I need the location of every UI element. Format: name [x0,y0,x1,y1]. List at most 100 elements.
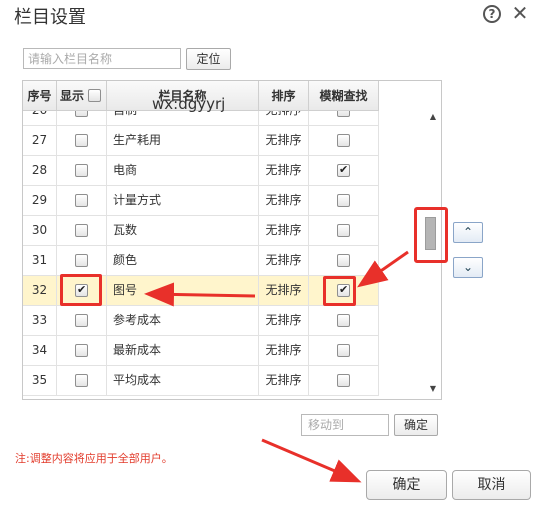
fuzzy-checkbox[interactable] [337,111,350,117]
ok-button[interactable]: 确定 [366,470,447,500]
row-no: 29 [23,186,57,215]
row-no: 28 [23,156,57,185]
row-show-cell [57,216,107,245]
show-checkbox-highlight-box [60,274,102,306]
row-show-cell [57,186,107,215]
watermark-text: wx:dgyyrj [152,95,226,113]
chevron-down-icon: ⌄ [462,260,474,274]
row-show-cell [57,246,107,275]
row-name: 计量方式 [107,186,259,215]
help-icon[interactable]: ? [483,5,501,23]
row-no: 31 [23,246,57,275]
column-search-input[interactable] [23,48,181,69]
chevron-up-icon: ⌃ [462,225,474,239]
row-no: 32 [23,276,57,305]
show-checkbox[interactable] [75,374,88,387]
locate-button[interactable]: 定位 [186,48,231,70]
row-fuzzy-cell [309,156,379,185]
row-show-cell [57,126,107,155]
dialog-title-bar: 栏目设置 ? ✕ [0,0,542,30]
row-sort[interactable]: 无排序 [259,186,309,215]
show-checkbox[interactable] [75,134,88,147]
row-fuzzy-cell [309,186,379,215]
row-sort[interactable]: 无排序 [259,336,309,365]
table-row[interactable]: 28 电商 无排序 [23,156,379,186]
row-name: 参考成本 [107,306,259,335]
fuzzy-checkbox[interactable] [337,314,350,327]
show-checkbox[interactable] [75,254,88,267]
column-grid: 序号 显示 栏目名称 排序 模糊查找 26自制无排序27生产耗用无排序28电商无… [22,80,442,400]
row-sort[interactable]: 无排序 [259,306,309,335]
row-no: 27 [23,126,57,155]
show-checkbox[interactable] [75,224,88,237]
fuzzy-checkbox[interactable] [337,224,350,237]
row-name: 颜色 [107,246,259,275]
row-no: 30 [23,216,57,245]
row-sort[interactable]: 无排序 [259,276,309,305]
scroll-thumb-highlight-box [414,207,448,263]
row-no: 35 [23,366,57,395]
row-sort[interactable]: 无排序 [259,216,309,245]
table-row[interactable]: 31 颜色 无排序 [23,246,379,276]
row-name: 自制 [107,111,259,125]
scroll-down-arrow-icon[interactable]: ▼ [428,384,438,394]
show-checkbox[interactable] [75,344,88,357]
row-name: 生产耗用 [107,126,259,155]
fuzzy-checkbox[interactable] [337,194,350,207]
row-name: 平均成本 [107,366,259,395]
row-sort[interactable]: 无排序 [259,366,309,395]
notice-text: 注:调整内容将应用于全部用户。 [15,452,173,465]
fuzzy-checkbox[interactable] [337,344,350,357]
table-row[interactable]: 26 自制无排序 [23,111,379,126]
header-show-label: 显示 [60,89,85,103]
move-to-confirm-button[interactable]: 确定 [394,414,438,436]
move-up-button[interactable]: ⌃ [453,222,483,243]
row-fuzzy-cell [309,336,379,365]
move-to-input[interactable] [301,414,389,436]
row-sort[interactable]: 无排序 [259,156,309,185]
row-name: 最新成本 [107,336,259,365]
row-no: 33 [23,306,57,335]
show-all-checkbox[interactable] [88,89,101,102]
fuzzy-checkbox[interactable] [337,162,350,178]
show-checkbox[interactable] [75,194,88,207]
header-no: 序号 [23,81,57,111]
table-row[interactable]: 27 生产耗用 无排序 [23,126,379,156]
row-fuzzy-cell [309,246,379,275]
fuzzy-checkbox[interactable] [337,374,350,387]
row-fuzzy-cell [309,366,379,395]
row-sort[interactable]: 无排序 [259,126,309,155]
close-icon[interactable]: ✕ [510,3,530,23]
grid-rows: 26自制无排序27生产耗用无排序28电商无排序29计量方式无排序30瓦数无排序3… [23,111,379,396]
row-fuzzy-cell [309,111,379,125]
dialog-title: 栏目设置 [14,7,86,28]
row-show-cell [57,306,107,335]
row-no: 34 [23,336,57,365]
row-show-cell [57,336,107,365]
show-checkbox[interactable] [75,314,88,327]
table-row[interactable]: 29 计量方式 无排序 [23,186,379,216]
row-name: 图号 [107,276,259,305]
row-show-cell [57,366,107,395]
fuzzy-checkbox[interactable] [337,254,350,267]
grid-body[interactable]: 26自制无排序27生产耗用无排序28电商无排序29计量方式无排序30瓦数无排序3… [23,111,379,399]
arrow-to-ok-button [261,438,362,483]
move-down-button[interactable]: ⌄ [453,257,483,278]
row-name: 电商 [107,156,259,185]
fuzzy-checkbox-highlight-box [323,276,356,306]
table-row[interactable]: 34 最新成本 无排序 [23,336,379,366]
show-checkbox[interactable] [75,111,88,117]
table-row[interactable]: 35 平均成本 无排序 [23,366,379,396]
show-checkbox[interactable] [75,164,88,177]
row-fuzzy-cell [309,216,379,245]
header-fuzzy: 模糊查找 [309,81,379,111]
row-sort[interactable]: 无排序 [259,246,309,275]
table-row[interactable]: 30 瓦数 无排序 [23,216,379,246]
header-sort: 排序 [259,81,309,111]
row-fuzzy-cell [309,126,379,155]
scroll-up-arrow-icon[interactable]: ▲ [428,112,438,122]
cancel-button[interactable]: 取消 [452,470,531,500]
fuzzy-checkbox[interactable] [337,134,350,147]
table-row[interactable]: 33 参考成本 无排序 [23,306,379,336]
row-sort[interactable]: 无排序 [259,111,309,125]
